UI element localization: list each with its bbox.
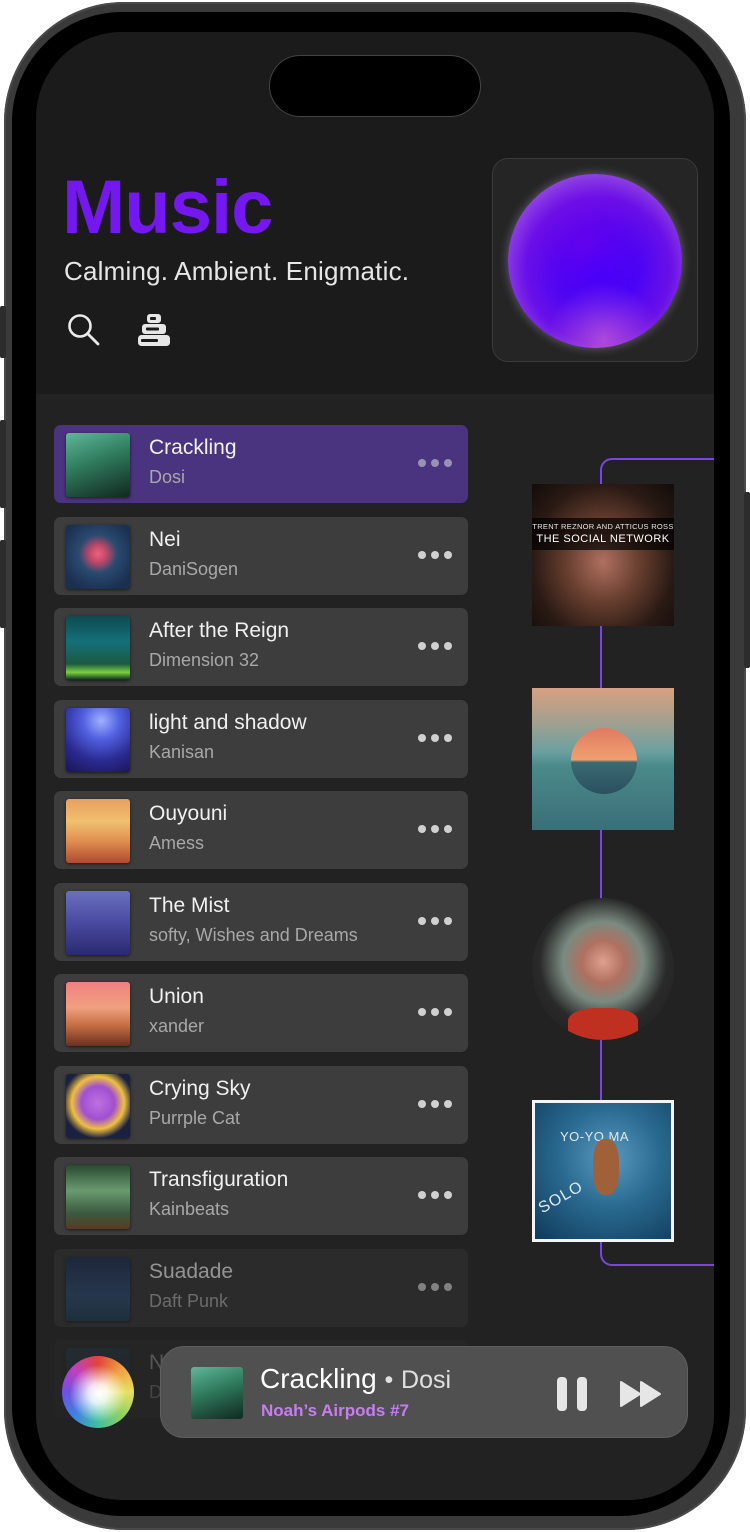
sun-shape — [571, 728, 637, 794]
more-options-button[interactable] — [418, 455, 452, 471]
album-name: THE SOCIAL NETWORK — [536, 533, 670, 545]
track-title: Crying Sky — [149, 1076, 251, 1100]
action-button — [0, 306, 6, 358]
track-artist: Dosi — [149, 467, 186, 487]
track-title: Union — [149, 985, 204, 1008]
now-playing-separator: • — [384, 1366, 394, 1394]
cello-shape — [593, 1139, 619, 1195]
stack-icon — [138, 314, 170, 346]
page-subtitle: Calming. Ambient. Enigmatic. — [64, 256, 410, 286]
track-artist: Kainbeats — [149, 1199, 230, 1219]
fast-forward-icon — [620, 1381, 661, 1407]
album-art — [66, 1073, 130, 1138]
now-playing-bar[interactable]: Crackling • Dosi Noah’s Airpods #7 — [160, 1346, 688, 1438]
power-button — [744, 492, 750, 668]
now-playing-artist: Dosi — [401, 1366, 452, 1394]
screen: Music Calming. Ambient. Enigmatic. Crack… — [36, 32, 714, 1500]
track-artist: Amess — [149, 833, 205, 853]
album-credit: TRENT REZNOR AND ATTICUS ROSS — [532, 522, 674, 531]
featured-album-yo-yo-ma[interactable]: YO-YO MA SOLO — [532, 1100, 674, 1242]
track-artist: Daft Punk — [149, 1290, 229, 1311]
track-artist: xander — [149, 1016, 205, 1036]
siri-button[interactable] — [62, 1356, 134, 1428]
album-art — [66, 707, 130, 772]
track-artist: Purrple Cat — [149, 1107, 241, 1128]
search-icon — [68, 314, 100, 346]
volume-up-button — [0, 420, 6, 508]
page-title: Music — [62, 165, 273, 250]
pause-icon-bar — [577, 1377, 587, 1411]
track-title: After the Reign — [149, 619, 290, 642]
track-row[interactable]: The Mist softy, Wishes and Dreams — [54, 882, 468, 961]
more-options-button[interactable] — [418, 1004, 452, 1020]
album-artist-text: YO-YO MA — [560, 1129, 630, 1144]
more-options-button[interactable] — [418, 1187, 452, 1203]
featured-album-social-network[interactable]: TRENT REZNOR AND ATTICUS ROSS THE SOCIAL… — [532, 484, 674, 626]
track-row[interactable]: Crying Sky Purrple Cat — [54, 1065, 468, 1144]
pause-icon-bar — [557, 1377, 567, 1411]
more-options-button[interactable] — [418, 638, 452, 654]
collar-shape — [568, 1008, 638, 1040]
track-title: light and shadow — [149, 710, 307, 734]
album-art — [66, 890, 130, 955]
featured-artist-beethoven[interactable] — [532, 898, 674, 1040]
track-title: Nei — [149, 527, 181, 551]
now-playing-art — [191, 1367, 243, 1419]
track-row[interactable]: Crackling Dosi — [54, 425, 468, 503]
track-row[interactable]: Suadade Daft Punk — [54, 1248, 468, 1327]
search-button[interactable] — [64, 310, 104, 350]
track-row[interactable]: light and shadow Kanisan — [54, 699, 468, 778]
volume-down-button — [0, 540, 6, 628]
track-row[interactable]: Transfiguration Kainbeats — [54, 1157, 468, 1235]
track-artist: Kanisan — [149, 741, 215, 762]
track-row[interactable]: Union xander — [54, 974, 468, 1052]
now-playing-title-line: Crackling • Dosi — [260, 1363, 451, 1395]
album-cover: YO-YO MA SOLO — [535, 1103, 671, 1239]
track-row[interactable]: After the Reign Dimension 32 — [54, 608, 468, 686]
featured-album-sunset[interactable] — [532, 688, 674, 830]
album-art — [66, 433, 130, 497]
track-artist: DaniSogen — [149, 558, 239, 579]
track-artist: Dimension 32 — [149, 650, 260, 670]
album-art — [66, 1256, 130, 1321]
track-title: Crackling — [149, 436, 237, 459]
more-options-button[interactable] — [418, 821, 452, 837]
skip-forward-button[interactable] — [619, 1380, 663, 1408]
track-row[interactable]: Ouyouni Amess — [54, 791, 468, 869]
track-artist: softy, Wishes and Dreams — [149, 924, 358, 945]
more-options-button[interactable] — [418, 1279, 452, 1295]
album-art — [66, 1165, 130, 1229]
more-options-button[interactable] — [418, 913, 452, 929]
more-options-button[interactable] — [418, 547, 452, 563]
album-art — [66, 524, 130, 589]
album-art — [66, 799, 130, 863]
ambient-orb — [508, 174, 682, 348]
library-button[interactable] — [134, 310, 174, 350]
track-title: Suadade — [149, 1259, 234, 1283]
track-title: The Mist — [149, 893, 230, 917]
track-title: Transfiguration — [149, 1168, 289, 1191]
output-device[interactable]: Noah’s Airpods #7 — [261, 1401, 409, 1421]
more-options-button[interactable] — [418, 1096, 452, 1112]
album-art — [66, 982, 130, 1046]
visualizer-card[interactable] — [492, 158, 698, 362]
album-art — [66, 616, 130, 680]
dynamic-island — [270, 56, 480, 116]
album-name: SOLO — [535, 1178, 587, 1218]
album-text-band: TRENT REZNOR AND ATTICUS ROSS THE SOCIAL… — [532, 518, 674, 550]
more-options-button[interactable] — [418, 730, 452, 746]
track-list: Crackling Dosi Nei DaniSogen After the R… — [54, 425, 468, 1432]
pause-button[interactable] — [557, 1377, 587, 1411]
track-title: Ouyouni — [149, 802, 228, 825]
now-playing-title: Crackling — [260, 1363, 377, 1394]
track-row[interactable]: Nei DaniSogen — [54, 516, 468, 595]
